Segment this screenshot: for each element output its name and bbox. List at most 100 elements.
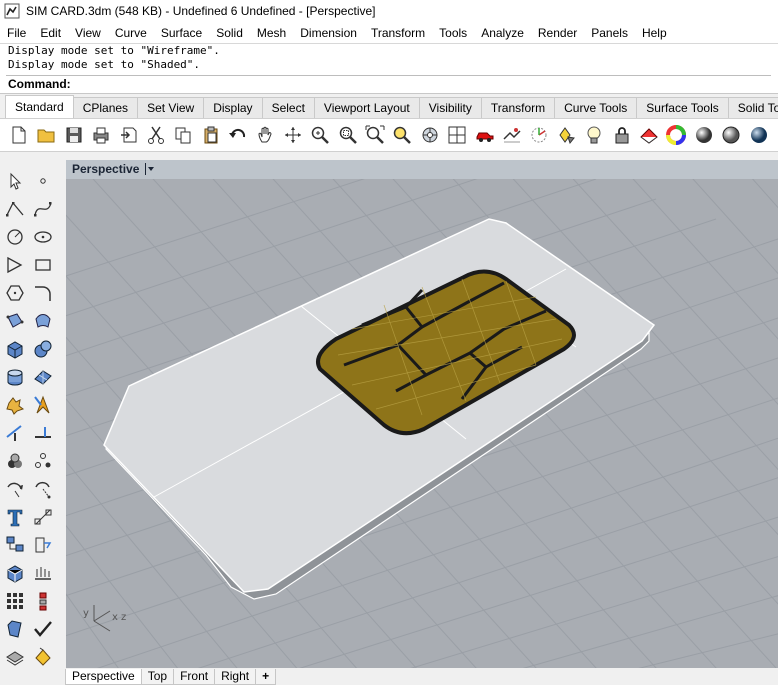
viewport-tab-right[interactable]: Right — [214, 669, 257, 685]
explode-icon[interactable] — [32, 394, 54, 416]
curve-icon[interactable] — [32, 198, 54, 220]
viewport-tab-top[interactable]: Top — [140, 669, 175, 685]
check-icon[interactable] — [32, 618, 54, 640]
menu-analyze[interactable]: Analyze — [474, 26, 531, 40]
named-views-icon[interactable] — [501, 124, 523, 146]
surface-patch-icon[interactable] — [32, 310, 54, 332]
tab-transform[interactable]: Transform — [480, 97, 556, 118]
rectangle-icon[interactable] — [32, 254, 54, 276]
tab-visibility[interactable]: Visibility — [418, 97, 482, 118]
ellipse-icon[interactable] — [32, 226, 54, 248]
viewport-properties-icon[interactable] — [419, 124, 441, 146]
menu-dimension[interactable]: Dimension — [293, 26, 364, 40]
import-icon[interactable] — [118, 124, 140, 146]
print-icon[interactable] — [90, 124, 112, 146]
history-icon[interactable] — [32, 534, 54, 556]
paint-bucket-icon[interactable] — [32, 646, 54, 668]
light-icon[interactable] — [583, 124, 605, 146]
tab-solid-tools[interactable]: Solid To — [727, 97, 778, 118]
four-viewports-icon[interactable] — [446, 124, 468, 146]
viewport-tab-front[interactable]: Front — [173, 669, 216, 685]
zoom-extents-icon[interactable] — [364, 124, 386, 146]
tab-surface-tools[interactable]: Surface Tools — [636, 97, 729, 118]
group-icon[interactable] — [4, 450, 26, 472]
analyze-icon[interactable] — [4, 618, 26, 640]
viewport-menu-dropdown-icon[interactable] — [145, 163, 155, 175]
zoom-window-icon[interactable] — [337, 124, 359, 146]
surface-corner-icon[interactable] — [4, 310, 26, 332]
text-icon[interactable] — [4, 506, 26, 528]
tab-curve-tools[interactable]: Curve Tools — [554, 97, 638, 118]
cut-icon[interactable] — [145, 124, 167, 146]
polygon-icon[interactable] — [4, 282, 26, 304]
viewport-tab-perspective[interactable]: Perspective — [65, 669, 142, 685]
cylinder-icon[interactable] — [4, 366, 26, 388]
menu-curve[interactable]: Curve — [108, 26, 154, 40]
layer-icon[interactable] — [4, 646, 26, 668]
menu-panels[interactable]: Panels — [584, 26, 635, 40]
layout-icon[interactable] — [32, 562, 54, 584]
point-icon[interactable] — [32, 170, 54, 192]
undo-icon[interactable] — [227, 124, 249, 146]
rendered-sphere-icon[interactable] — [720, 124, 742, 146]
rotate-icon[interactable] — [32, 478, 54, 500]
new-icon[interactable] — [8, 124, 30, 146]
car-icon[interactable] — [474, 124, 496, 146]
rotate-view-icon[interactable] — [282, 124, 304, 146]
fillet-icon[interactable] — [32, 282, 54, 304]
menu-edit[interactable]: Edit — [33, 26, 68, 40]
viewport-canvas[interactable]: x y z — [66, 179, 778, 668]
paste-icon[interactable] — [200, 124, 222, 146]
cplane-icon[interactable] — [528, 124, 550, 146]
tab-select[interactable]: Select — [261, 97, 315, 118]
zoom-selected-icon[interactable] — [391, 124, 413, 146]
mesh-icon[interactable] — [32, 366, 54, 388]
boolean-icon[interactable] — [4, 394, 26, 416]
zoom-dynamic-icon[interactable] — [309, 124, 331, 146]
lock-icon[interactable] — [611, 124, 633, 146]
record-icon[interactable] — [32, 590, 54, 612]
object-properties-icon[interactable] — [556, 124, 578, 146]
trim-icon[interactable] — [4, 422, 26, 444]
tab-cplanes[interactable]: CPlanes — [72, 97, 139, 118]
tab-set-view[interactable]: Set View — [137, 97, 205, 118]
cage-icon[interactable] — [4, 562, 26, 584]
move-icon[interactable] — [4, 478, 26, 500]
tab-viewport-layout[interactable]: Viewport Layout — [313, 97, 420, 118]
menu-tools[interactable]: Tools — [432, 26, 474, 40]
circle-icon[interactable] — [4, 226, 26, 248]
menu-view[interactable]: View — [68, 26, 108, 40]
viewport-title[interactable]: Perspective — [72, 162, 139, 176]
array-icon[interactable] — [32, 450, 54, 472]
menu-render[interactable]: Render — [531, 26, 584, 40]
command-input[interactable] — [70, 76, 771, 91]
grid-icon[interactable] — [4, 590, 26, 612]
box-icon[interactable] — [4, 338, 26, 360]
select-arrow-icon[interactable] — [4, 170, 26, 192]
menu-mesh[interactable]: Mesh — [250, 26, 293, 40]
arc-icon[interactable] — [4, 254, 26, 276]
pan-icon[interactable] — [255, 124, 277, 146]
perspective-viewport[interactable]: x y z — [66, 179, 778, 668]
blue-sphere-icon[interactable] — [748, 124, 770, 146]
tab-display[interactable]: Display — [203, 97, 263, 118]
copy-icon[interactable] — [172, 124, 194, 146]
split-icon[interactable] — [32, 422, 54, 444]
menu-help[interactable]: Help — [635, 26, 674, 40]
render-material-icon[interactable] — [638, 124, 660, 146]
save-icon[interactable] — [63, 124, 85, 146]
menu-file[interactable]: File — [0, 26, 33, 40]
dimension-icon[interactable] — [32, 506, 54, 528]
rhino-app-icon[interactable] — [4, 3, 20, 19]
add-viewport-tab-button[interactable]: + — [255, 669, 277, 685]
sphere-icon[interactable] — [32, 338, 54, 360]
polyline-icon[interactable] — [4, 198, 26, 220]
tab-standard[interactable]: Standard — [5, 95, 74, 118]
menu-solid[interactable]: Solid — [209, 26, 250, 40]
menu-surface[interactable]: Surface — [154, 26, 209, 40]
menu-transform[interactable]: Transform — [364, 26, 432, 40]
block-icon[interactable] — [4, 534, 26, 556]
shaded-sphere-icon[interactable] — [693, 124, 715, 146]
open-icon[interactable] — [35, 124, 57, 146]
color-wheel-icon[interactable] — [665, 124, 687, 146]
